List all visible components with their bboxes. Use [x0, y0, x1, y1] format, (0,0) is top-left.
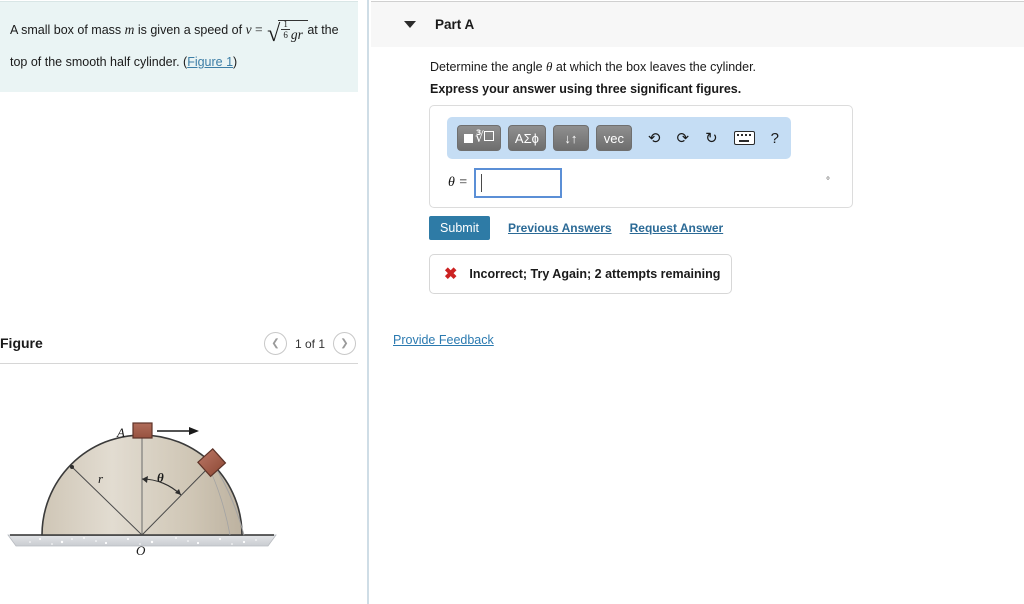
question-statement: A small box of mass m is given a speed o…: [10, 16, 342, 76]
radical-sign: √: [267, 21, 281, 47]
help-button[interactable]: ?: [771, 130, 779, 147]
left-column: A small box of mass m is given a speed o…: [0, 0, 369, 604]
right-column: Part A Determine the angle θ at which th…: [371, 0, 1024, 604]
answer-entry-panel: ∛ ΑΣϕ ↓↑ vec ⟲ ⟳ ↻ ? θ = °: [429, 105, 853, 208]
part-prompt: Determine the angle θ at which the box l…: [430, 59, 756, 75]
figure-header: Figure ❮ 1 of 1 ❯: [0, 329, 358, 364]
prompt-pre: Determine the angle: [430, 60, 547, 74]
filled-square-icon: [464, 133, 473, 143]
chevron-right-icon[interactable]: ❯: [333, 332, 356, 355]
figure-pager: ❮ 1 of 1 ❯: [263, 332, 356, 355]
nth-root-icon: ∛: [475, 130, 494, 147]
question-line1-pre: A small box of mass: [10, 23, 125, 37]
mass-symbol: m: [124, 22, 135, 37]
arrows-button[interactable]: ↓↑: [552, 125, 589, 151]
label-angle-theta: θ: [157, 470, 164, 485]
undo-arrow-icon[interactable]: ⟲: [648, 129, 661, 147]
vector-button[interactable]: vec: [595, 125, 632, 151]
question-line1-mid: is given a speed of: [134, 23, 246, 37]
submit-button[interactable]: Submit: [429, 216, 490, 240]
label-box-a: A: [116, 425, 125, 440]
request-answer-link[interactable]: Request Answer: [630, 221, 724, 235]
square-root-expression: √ 1 6 gr: [267, 19, 309, 49]
part-a-header[interactable]: Part A: [371, 1, 1024, 47]
answer-unit-degree: °: [826, 176, 830, 187]
problem-page: A small box of mass m is given a speed o…: [0, 0, 1024, 604]
redo-arrow-icon[interactable]: ⟳: [677, 129, 690, 147]
label-center-o: O: [136, 543, 146, 558]
refresh-icon[interactable]: ↻: [705, 129, 718, 147]
velocity-arrow-head: [189, 427, 199, 435]
prompt-post: at which the box leaves the cylinder.: [552, 60, 757, 74]
answer-actions: Submit Previous Answers Request Answer: [429, 216, 723, 240]
fraction-one-sixth: 16: [281, 19, 290, 40]
question-line1-post: at the: [303, 23, 339, 37]
answer-input-row: θ =: [448, 168, 562, 198]
chevron-left-icon[interactable]: ❮: [263, 332, 287, 355]
caret-down-icon[interactable]: [404, 21, 416, 28]
template-root-button[interactable]: ∛: [457, 125, 501, 151]
speed-symbol: v: [245, 22, 252, 37]
question-line2-post: ): [233, 55, 238, 69]
answer-variable-label: θ =: [448, 175, 468, 190]
significant-figures-note: Express your answer using three signific…: [430, 82, 742, 96]
half-cylinder-diagram-svg: A r θ O: [7, 422, 277, 558]
radicand-gr: gr: [290, 27, 303, 42]
math-toolbar: ∛ ΑΣϕ ↓↑ vec ⟲ ⟳ ↻ ?: [447, 117, 791, 159]
part-title: Part A: [435, 17, 475, 32]
figure-diagram: A r θ O: [0, 363, 358, 603]
status-message-box: ✖ Incorrect; Try Again; 2 attempts remai…: [429, 254, 732, 294]
previous-answers-link[interactable]: Previous Answers: [508, 221, 612, 235]
equals-sign: =: [255, 22, 263, 37]
question-panel: A small box of mass m is given a speed o…: [0, 1, 358, 92]
figure-pager-label: 1 of 1: [294, 336, 325, 351]
text-cursor: [480, 174, 482, 192]
fraction-denominator: 6: [283, 30, 288, 40]
question-line2-pre: top of the smooth half cylinder. (: [10, 55, 188, 69]
status-message-text: Incorrect; Try Again; 2 attempts remaini…: [469, 267, 721, 281]
box-at-top: [132, 422, 153, 439]
radical-bar: [278, 20, 309, 21]
figure-1-link[interactable]: Figure 1: [187, 55, 233, 69]
keyboard-icon[interactable]: [733, 131, 755, 145]
radius-endpoint-dot: [70, 465, 74, 469]
greek-symbols-button[interactable]: ΑΣϕ: [507, 125, 546, 151]
figure-title: Figure: [0, 335, 43, 351]
answer-input[interactable]: [473, 168, 562, 198]
provide-feedback-link[interactable]: Provide Feedback: [393, 333, 494, 347]
x-mark-icon: ✖: [444, 266, 458, 283]
